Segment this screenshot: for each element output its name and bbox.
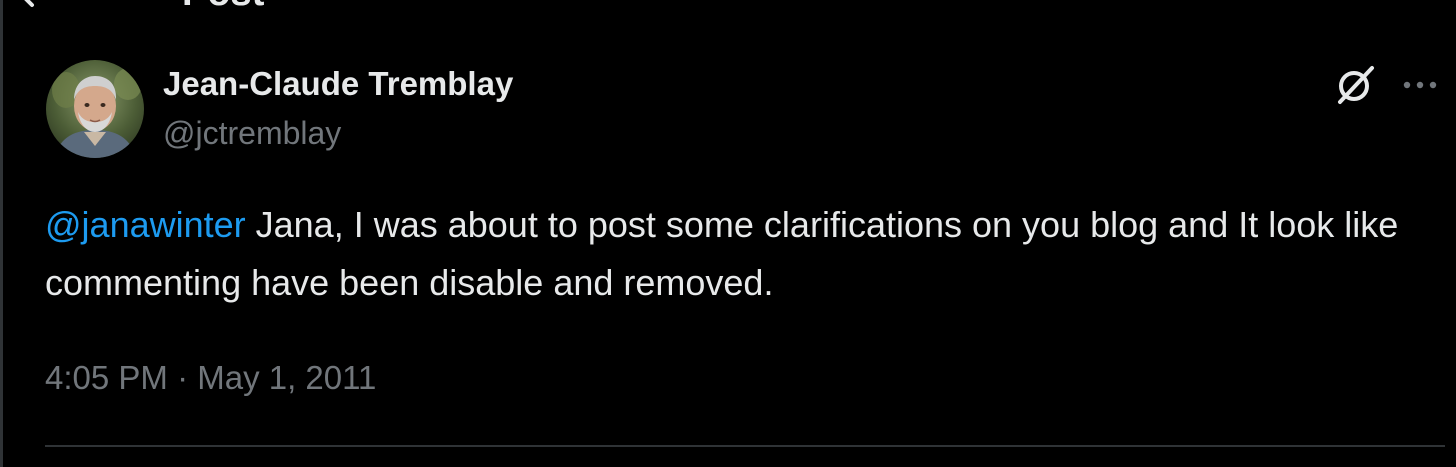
tweet-text: @janawinter Jana, I was about to post so… [45, 196, 1425, 312]
author-display-name[interactable]: Jean-Claude Tremblay [163, 64, 513, 104]
column-border [0, 0, 3, 467]
author-handle[interactable]: @jctremblay [163, 113, 341, 153]
avatar-photo [46, 60, 144, 158]
divider [45, 445, 1445, 447]
more-icon[interactable] [1400, 72, 1440, 98]
avatar[interactable] [46, 60, 144, 158]
page-title: Post [182, 0, 264, 12]
mention-link[interactable]: @janawinter [45, 204, 246, 245]
timestamp[interactable]: 4:05 PM · May 1, 2011 [45, 356, 376, 400]
grok-icon[interactable] [1334, 64, 1376, 106]
back-arrow-icon[interactable] [14, 0, 54, 8]
tweet-body: Jana, I was about to post some clarifica… [45, 204, 1399, 303]
